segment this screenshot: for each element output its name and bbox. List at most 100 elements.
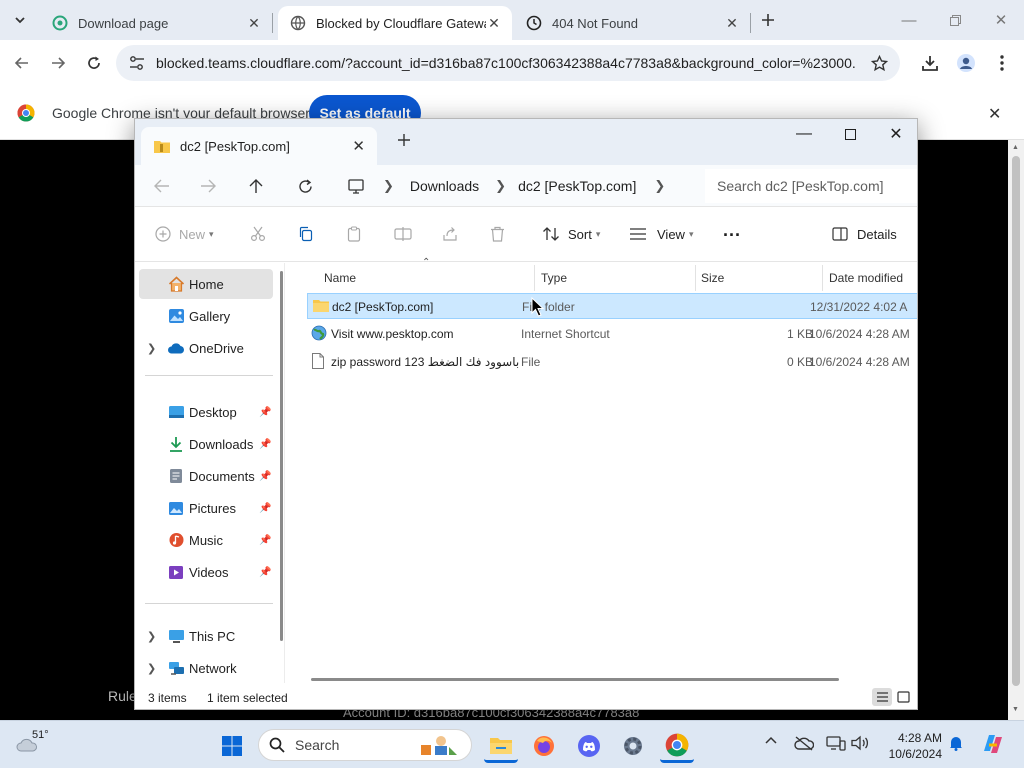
pin-icon[interactable]: 📌 <box>259 439 271 450</box>
column-header-date-modified[interactable]: Date modified <box>829 263 903 293</box>
browser-minimize-icon[interactable]: — <box>886 0 932 40</box>
file-row[interactable]: Visit www.pesktop.com Internet Shortcut … <box>307 321 917 347</box>
close-tab-icon[interactable]: ✕ <box>724 15 740 31</box>
bookmark-star-icon[interactable] <box>871 54 888 72</box>
column-divider[interactable] <box>695 265 696 291</box>
browser-tab-404[interactable]: 404 Not Found ✕ <box>514 6 750 40</box>
breadcrumb-downloads[interactable]: Downloads <box>410 178 479 194</box>
sidebar-item-videos[interactable]: Videos 📌 <box>135 557 273 587</box>
taskbar-file-explorer[interactable] <box>484 729 518 763</box>
browser-menu-kebab-icon[interactable] <box>987 48 1017 78</box>
display-network-icon[interactable] <box>826 735 846 751</box>
sidebar-item-this-pc[interactable]: ❯ This PC <box>135 621 273 651</box>
column-header-size[interactable]: Size <box>701 263 724 293</box>
show-hidden-icons-chevron-icon[interactable] <box>764 735 778 745</box>
sidebar-item-downloads[interactable]: Downloads 📌 <box>135 429 273 459</box>
sidebar-item-music[interactable]: Music 📌 <box>135 525 273 555</box>
sidebar-item-network[interactable]: ❯ Network <box>135 653 273 683</box>
taskbar-firefox[interactable] <box>527 729 561 763</box>
scroll-down-arrow-icon[interactable]: ▼ <box>1012 706 1019 713</box>
breadcrumb-current-folder[interactable]: dc2 [PeskTop.com] <box>518 178 636 194</box>
new-tab-plus-icon[interactable] <box>753 5 783 35</box>
navigation-pane-scrollbar[interactable] <box>280 271 283 641</box>
chevron-right-icon[interactable]: ❯ <box>495 178 506 194</box>
sidebar-item-desktop[interactable]: Desktop 📌 <box>135 397 273 427</box>
explorer-minimize-icon[interactable]: — <box>781 119 827 149</box>
file-list-horizontal-scrollbar[interactable] <box>311 678 839 681</box>
volume-icon[interactable] <box>851 735 871 751</box>
sidebar-item-pictures[interactable]: Pictures 📌 <box>135 493 273 523</box>
start-button[interactable] <box>215 729 249 763</box>
copilot-icon[interactable] <box>980 731 1006 757</box>
expand-chevron-icon[interactable]: ❯ <box>147 342 156 355</box>
cut-icon[interactable] <box>250 221 266 247</box>
explorer-tab[interactable]: dc2 [PeskTop.com] ✕ <box>141 127 377 165</box>
delete-icon[interactable] <box>490 221 505 247</box>
expand-chevron-icon[interactable]: ❯ <box>147 630 156 643</box>
taskbar-chrome[interactable] <box>660 729 694 763</box>
profile-avatar-icon[interactable] <box>951 48 981 78</box>
chevron-right-icon[interactable]: ❯ <box>654 178 665 194</box>
file-row[interactable]: zip password 123 باسوود فك الضغط File 0 … <box>307 349 917 375</box>
cloud-offline-icon[interactable] <box>794 735 814 751</box>
column-header-name[interactable]: Name <box>324 263 356 293</box>
taskbar-settings[interactable] <box>616 729 650 763</box>
address-bar[interactable]: blocked.teams.cloudflare.com/?account_id… <box>116 45 900 81</box>
explorer-up-icon[interactable] <box>241 171 271 201</box>
scroll-up-arrow-icon[interactable]: ▲ <box>1012 144 1019 151</box>
rename-icon[interactable] <box>394 221 412 247</box>
column-divider[interactable] <box>822 265 823 291</box>
browser-close-icon[interactable]: ✕ <box>978 0 1024 40</box>
close-explorer-tab-icon[interactable]: ✕ <box>352 137 365 155</box>
share-icon[interactable] <box>442 221 458 247</box>
site-settings-icon[interactable] <box>128 55 146 71</box>
explorer-close-icon[interactable]: ✕ <box>873 119 917 149</box>
explorer-forward-icon[interactable] <box>193 171 223 201</box>
close-tab-icon[interactable]: ✕ <box>486 15 502 31</box>
large-icons-view-toggle-icon[interactable] <box>893 688 913 706</box>
taskbar-clock[interactable]: 4:28 AM 10/6/2024 <box>884 730 942 762</box>
page-scrollbar-thumb[interactable] <box>1012 156 1020 686</box>
sort-button[interactable]: Sort ▾ <box>542 221 600 247</box>
reload-icon[interactable] <box>79 48 109 78</box>
weather-widget[interactable]: 51° <box>14 727 58 763</box>
back-arrow-icon[interactable] <box>7 48 37 78</box>
taskbar-search-box[interactable]: Search <box>258 729 472 761</box>
pin-icon[interactable]: 📌 <box>259 567 271 578</box>
tab-search-chevron-icon[interactable] <box>5 5 35 35</box>
explorer-maximize-icon[interactable] <box>827 119 873 149</box>
explorer-address-bar[interactable]: ❯ Downloads ❯ dc2 [PeskTop.com] ❯ <box>383 169 735 203</box>
details-pane-button[interactable]: Details <box>832 221 897 247</box>
explorer-refresh-icon[interactable] <box>290 171 320 201</box>
browser-tab-cloudflare-blocked[interactable]: Blocked by Cloudflare Gateway ✕ <box>278 6 512 40</box>
sidebar-item-documents[interactable]: Documents 📌 <box>135 461 273 491</box>
file-row[interactable]: dc2 [PeskTop.com] File folder 12/31/2022… <box>307 293 917 319</box>
explorer-search-input[interactable]: Search dc2 [PeskTop.com] <box>705 169 917 203</box>
view-button[interactable]: View ▾ <box>629 221 693 247</box>
page-scrollbar[interactable]: ▲ ▼ <box>1008 140 1024 720</box>
pin-icon[interactable]: 📌 <box>259 471 271 482</box>
expand-chevron-icon[interactable]: ❯ <box>147 662 156 675</box>
sidebar-item-onedrive[interactable]: ❯ OneDrive <box>135 333 273 363</box>
sidebar-item-gallery[interactable]: Gallery <box>135 301 273 331</box>
new-button[interactable]: New ▾ <box>155 221 214 247</box>
pin-icon[interactable]: 📌 <box>259 535 271 546</box>
infobar-close-icon[interactable]: ✕ <box>988 104 1001 124</box>
sidebar-item-home[interactable]: Home <box>139 269 273 299</box>
column-divider[interactable] <box>534 265 535 291</box>
close-tab-icon[interactable]: ✕ <box>246 15 262 31</box>
see-more-button[interactable]: ... <box>723 217 741 243</box>
downloads-icon[interactable] <box>915 48 945 78</box>
details-view-toggle-icon[interactable] <box>872 688 892 706</box>
notification-bell-icon[interactable] <box>949 735 963 751</box>
explorer-back-icon[interactable] <box>147 171 177 201</box>
column-header-type[interactable]: Type <box>541 263 567 293</box>
this-pc-monitor-icon[interactable] <box>341 171 371 201</box>
taskbar-discord[interactable] <box>572 729 606 763</box>
copy-icon[interactable] <box>298 221 314 247</box>
browser-restore-icon[interactable] <box>932 0 978 40</box>
forward-arrow-icon[interactable] <box>43 48 73 78</box>
paste-icon[interactable] <box>346 221 362 247</box>
chevron-right-icon[interactable]: ❯ <box>383 178 394 194</box>
pin-icon[interactable]: 📌 <box>259 407 271 418</box>
